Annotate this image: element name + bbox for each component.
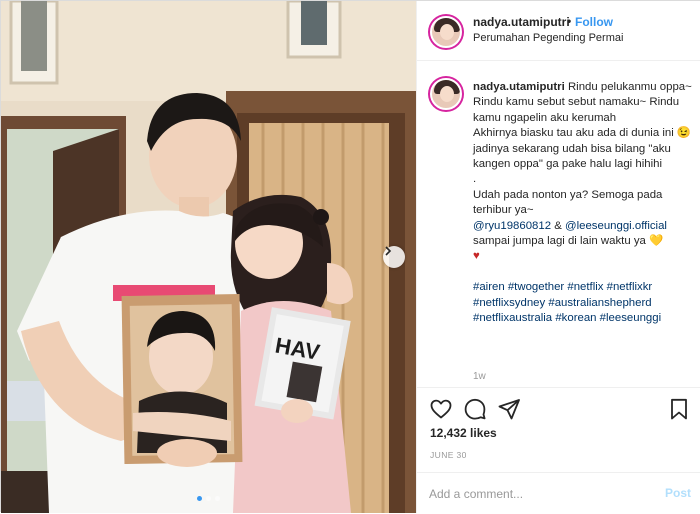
hashtag[interactable]: #leeseunggi [600,312,661,324]
photo-scene: HAV [1,1,416,513]
post-location[interactable]: Perumahan Pegending Permai [473,32,623,44]
bookmark-icon [671,398,687,420]
paper-plane-icon [498,399,520,420]
post-side-panel: nadya.utamiputri • Follow Perumahan Pege… [416,1,700,513]
hashtag[interactable]: #korean [555,312,596,324]
save-button[interactable] [667,397,691,421]
likes-count[interactable]: 12,432 likes [430,426,497,440]
add-comment-bar: Post [417,472,700,514]
hashtag[interactable]: #netflixaustralia [473,312,552,324]
caption-line-3: Udah pada nonton ya? Semoga pada terhibu… [473,188,663,217]
carousel-next-button[interactable] [383,246,405,268]
caption-ampersand: & [554,219,562,232]
mention-ryu[interactable]: @ryu19860812 [473,220,551,232]
chevron-right-icon [385,246,392,256]
heart-outline-icon [430,399,452,419]
post-photo[interactable]: HAV [1,1,416,513]
mention-leeseunggi[interactable]: @leeseunggi.official [565,220,667,232]
red-heart-emoji: ♥ [473,250,480,263]
carousel-indicator [197,496,220,501]
carousel-dot-3 [215,496,220,501]
avatar[interactable] [430,16,462,48]
post-caption: nadya.utamiputri Rindu pelukanmu oppa~ R… [473,80,693,327]
share-button[interactable] [497,397,521,421]
hashtag[interactable]: #twogether [508,281,564,293]
post-header: nadya.utamiputri • Follow Perumahan Pege… [417,1,700,61]
like-button[interactable] [429,397,453,421]
comment-button[interactable] [463,397,487,421]
instagram-post-modal: HAV nadya.utamiputri • Follow Perumahan … [0,0,700,513]
hashtag[interactable]: #netflix [567,281,603,293]
post-date[interactable]: JUNE 30 [430,450,467,460]
header-separator: • [567,14,572,28]
carousel-dot-1 [197,496,202,501]
caption-dot: . [473,173,477,186]
hashtag[interactable]: #airen [473,281,505,293]
hashtag[interactable]: #netflixkr [607,281,653,293]
caption-line-4: sampai jumpa lagi di lain waktu ya [473,235,646,248]
post-actions: 12,432 likes JUNE 30 Post [417,387,700,505]
speech-bubble-icon [464,398,486,420]
caption-time-ago[interactable]: 1w [473,371,486,382]
caption-avatar[interactable] [430,78,462,110]
carousel-dot-2 [206,496,211,501]
caption-line-2b: jadinya sekarang udah bisa bilang "aku k… [473,142,671,171]
author-username[interactable]: nadya.utamiputri [473,15,570,29]
caption-line-2a: Akhirnya biasku tau aku ada di dunia ini [473,127,674,140]
caption-username[interactable]: nadya.utamiputri [473,81,565,93]
hashtag[interactable]: #australianshepherd [548,297,651,309]
comments-section[interactable]: nadya.utamiputri Rindu pelukanmu oppa~ R… [417,62,700,387]
follow-button[interactable]: Follow [575,15,613,29]
comment-input[interactable] [429,485,649,503]
post-comment-button[interactable]: Post [665,486,691,500]
yellow-heart-emoji: 💛 [649,235,664,248]
hashtag[interactable]: #netflixsydney [473,297,545,309]
wink-emoji: 😉 [676,127,692,140]
